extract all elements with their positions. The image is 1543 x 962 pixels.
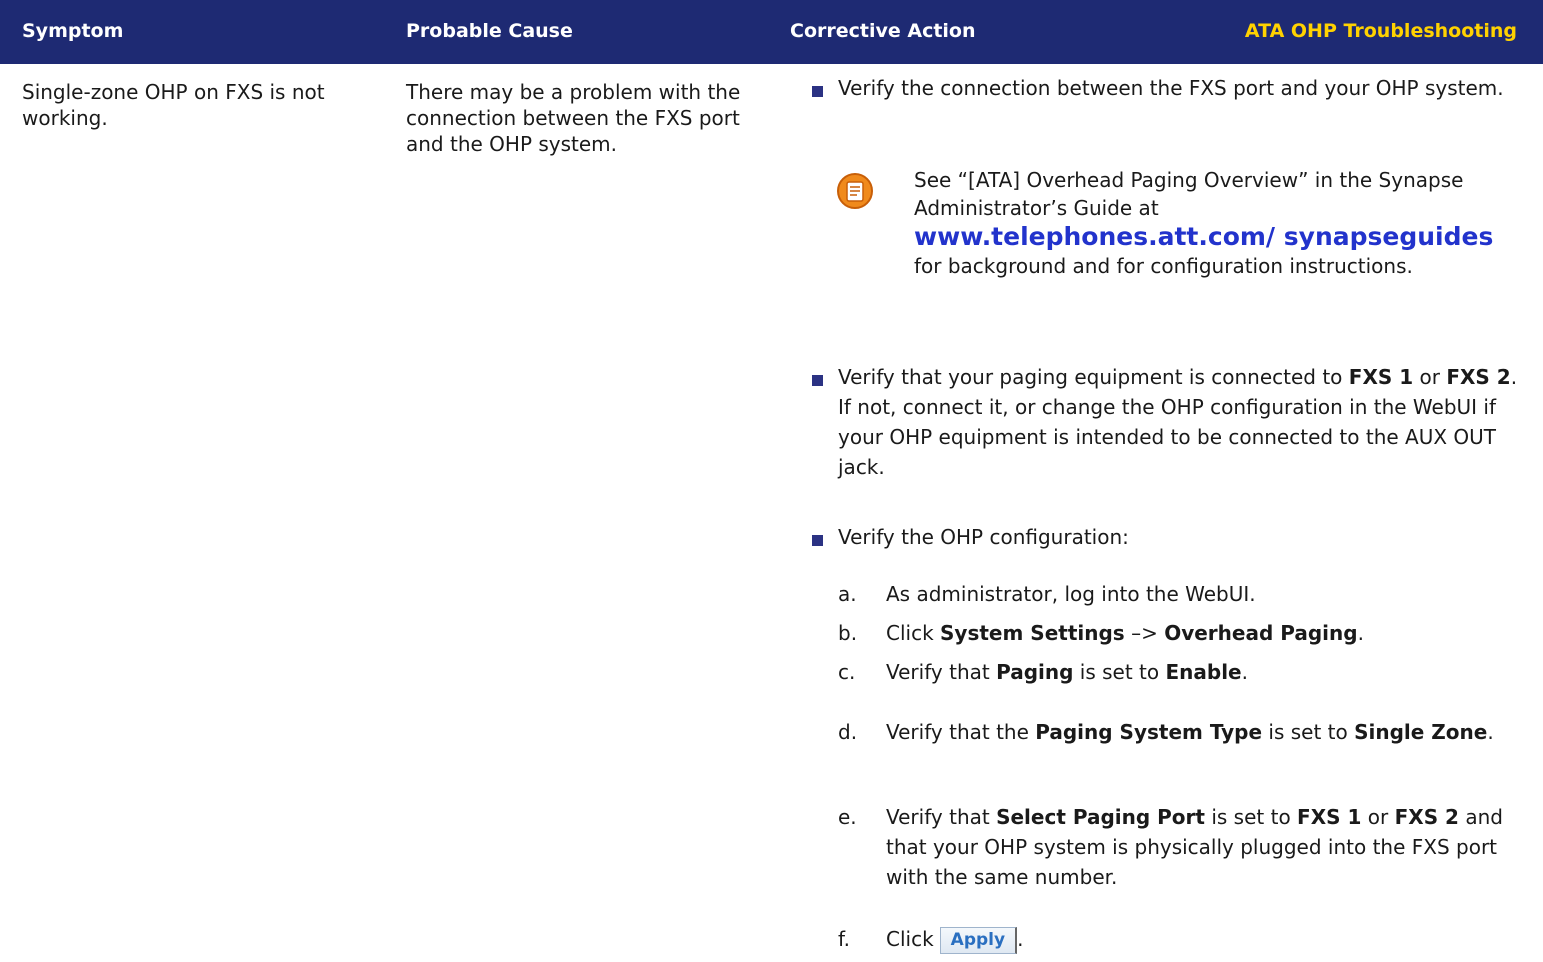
note-text: See “[ATA] Overhead Paging Overview” in …: [914, 166, 1514, 280]
step-text: Verify that Select Paging Port is set to…: [886, 802, 1526, 892]
step-text: Verify that the Paging System Type is se…: [886, 717, 1526, 747]
step-letter: b.: [838, 621, 858, 645]
bullet-icon: [812, 375, 823, 386]
step-letter: c.: [838, 660, 856, 684]
step-bold: Paging System Type: [1035, 720, 1263, 744]
apply-button[interactable]: Apply: [939, 927, 1018, 954]
action-item: Verify that your paging equipment is con…: [838, 362, 1528, 482]
step-text: Click System Settings –> Overhead Paging…: [886, 618, 1526, 648]
probable-cause-cell: There may be a problem with the connecti…: [406, 80, 741, 156]
guides-link[interactable]: www.telephones.att.com/ synapseguides: [914, 222, 1493, 251]
action-bold: FXS 1: [1348, 365, 1414, 389]
step-part: .: [1357, 621, 1364, 645]
symptom-cell: Single-zone OHP on FXS is not working.: [22, 80, 325, 130]
note-text-before: See “[ATA] Overhead Paging Overview” in …: [914, 168, 1464, 220]
step-part: Verify that: [886, 660, 990, 684]
action-item: Verify the OHP configuration:: [838, 525, 1129, 549]
header-corrective-action: Corrective Action: [790, 20, 976, 42]
step-part: is set to: [1079, 660, 1160, 684]
step-part: Click: [886, 927, 934, 951]
step-text: Click Apply.: [886, 924, 1526, 954]
step-bold: Enable: [1165, 660, 1242, 684]
step-bold: FXS 2: [1394, 805, 1459, 829]
action-item: Verify the connection between the FXS po…: [838, 76, 1504, 100]
bullet-icon: [812, 86, 823, 97]
bullet-icon: [812, 535, 823, 546]
step-part: Verify that the: [886, 720, 1029, 744]
action-text: or: [1419, 365, 1440, 389]
action-bold: FXS 2: [1446, 365, 1511, 389]
action-text: Verify that your paging equipment is con…: [838, 365, 1343, 389]
step-part: is set to: [1268, 720, 1348, 744]
table-header: Symptom Probable Cause Corrective Action…: [0, 0, 1543, 64]
step-part: Click: [886, 621, 934, 645]
step-text: Verify that Paging is set to Enable.: [886, 657, 1526, 687]
step-letter: a.: [838, 582, 857, 606]
step-part: or: [1367, 805, 1389, 829]
step-bold: Single Zone: [1354, 720, 1488, 744]
step-part: –>: [1131, 621, 1158, 645]
step-part: .: [1017, 927, 1024, 951]
step-part: .: [1241, 660, 1248, 684]
header-symptom: Symptom: [22, 20, 124, 42]
note-text-after: for background and for configuration ins…: [914, 254, 1413, 278]
step-bold: FXS 1: [1297, 805, 1362, 829]
step-bold: Overhead Paging: [1164, 621, 1358, 645]
step-part: .: [1487, 720, 1494, 744]
section-title: ATA OHP Troubleshooting: [1244, 20, 1517, 42]
step-bold: Paging: [996, 660, 1074, 684]
step-bold: Select Paging Port: [996, 805, 1205, 829]
step-letter: d.: [838, 720, 858, 744]
step-letter: e.: [838, 805, 857, 829]
header-probable-cause: Probable Cause: [406, 20, 573, 42]
step-letter: f.: [838, 927, 850, 951]
step-part: Verify that: [886, 805, 990, 829]
step-bold: System Settings: [940, 621, 1125, 645]
note-icon: [837, 173, 873, 209]
step-part: is set to: [1211, 805, 1291, 829]
step-text: As administrator, log into the WebUI.: [886, 582, 1256, 606]
